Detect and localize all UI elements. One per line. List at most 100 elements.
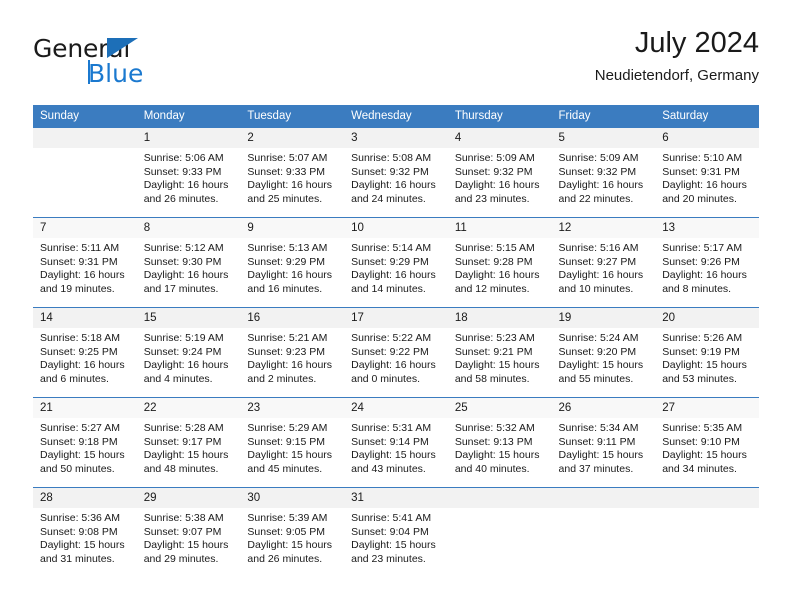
calendar-day-cell[interactable]: 28 Sunrise: 5:36 AM Sunset: 9:08 PM Dayligh…	[33, 487, 137, 578]
calendar-day-cell[interactable]: 26 Sunrise: 5:34 AM Sunset: 9:11 PM Dayligh…	[551, 397, 656, 488]
calendar-day-cell[interactable]: 5 Sunrise: 5:09 AM Sunset: 9:32 PM Daylight…	[551, 127, 656, 218]
calendar-day-cell[interactable]: 4 Sunrise: 5:09 AM Sunset: 9:32 PM Daylight…	[447, 127, 552, 218]
sunset-time: Sunset: 9:13 PM	[454, 435, 533, 448]
day-details: Sunrise: 5:29 AM Sunset: 9:15 PM Daylight:…	[240, 418, 344, 476]
calendar-day-cell[interactable]: 12 Sunrise: 5:16 AM Sunset: 9:27 PM Dayligh…	[551, 217, 656, 308]
calendar-day-cell[interactable]: 6 Sunrise: 5:10 AM Sunset: 9:31 PM Daylight…	[655, 127, 759, 218]
sunrise-time: Sunrise: 5:24 AM	[558, 332, 639, 344]
day-cell-inner: 3 Sunrise: 5:08 AM Sunset: 9:32 PM Daylight…	[344, 128, 448, 217]
calendar-week-row: 14 Sunrise: 5:18 AM Sunset: 9:25 PM Dayligh…	[33, 307, 759, 398]
day-details: Sunrise: 5:18 AM Sunset: 9:25 PM Daylight:…	[33, 328, 137, 386]
calendar-day-cell[interactable]: 22 Sunrise: 5:28 AM Sunset: 9:17 PM Dayligh…	[136, 397, 241, 488]
daylight-duration-line-2: and 29 minutes.	[143, 552, 219, 565]
calendar-day-cell[interactable]: 20 Sunrise: 5:26 AM Sunset: 9:19 PM Dayligh…	[655, 307, 759, 398]
daylight-duration-line-2: and 34 minutes.	[662, 462, 737, 475]
calendar-day-cell[interactable]: 9 Sunrise: 5:13 AM Sunset: 9:29 PM Daylight…	[240, 217, 345, 308]
sunset-time: Sunset: 9:32 PM	[454, 165, 533, 178]
daylight-duration-line-2: and 48 minutes.	[143, 462, 219, 475]
day-cell-inner: 6 Sunrise: 5:10 AM Sunset: 9:31 PM Daylight…	[655, 128, 759, 217]
calendar-day-cell[interactable]: 3 Sunrise: 5:08 AM Sunset: 9:32 PM Daylight…	[344, 127, 448, 218]
day-number	[655, 488, 759, 508]
sunrise-time: Sunrise: 5:39 AM	[247, 512, 328, 524]
sunset-time: Sunset: 9:08 PM	[40, 525, 118, 538]
day-cell-inner: 25 Sunrise: 5:32 AM Sunset: 9:13 PM Dayligh…	[447, 398, 552, 487]
sunrise-time: Sunrise: 5:21 AM	[247, 332, 328, 344]
day-number: 22	[136, 398, 241, 418]
page-header: General Blue July 2024 Neudietendorf, Ge…	[33, 27, 759, 100]
calendar-day-cell[interactable]: 21 Sunrise: 5:27 AM Sunset: 9:18 PM Dayligh…	[33, 397, 137, 488]
calendar-day-cell[interactable]: 31 Sunrise: 5:41 AM Sunset: 9:04 PM Dayligh…	[344, 487, 448, 578]
sunrise-time: Sunrise: 5:15 AM	[454, 242, 535, 254]
sunrise-time: Sunrise: 5:13 AM	[247, 242, 328, 254]
sunrise-time: Sunrise: 5:38 AM	[143, 512, 224, 524]
calendar-day-cell[interactable]: 14 Sunrise: 5:18 AM Sunset: 9:25 PM Dayligh…	[33, 307, 137, 398]
day-number: 14	[33, 308, 137, 328]
calendar-day-cell[interactable]: 30 Sunrise: 5:39 AM Sunset: 9:05 PM Dayligh…	[240, 487, 345, 578]
daylight-duration-line-1: Daylight: 15 hours	[351, 449, 436, 462]
calendar-day-cell[interactable]: 29 Sunrise: 5:38 AM Sunset: 9:07 PM Dayligh…	[136, 487, 241, 578]
sunrise-time: Sunrise: 5:10 AM	[662, 152, 743, 164]
daylight-duration-line-1: Daylight: 16 hours	[247, 179, 333, 192]
calendar-day-cell[interactable]: 18 Sunrise: 5:23 AM Sunset: 9:21 PM Dayligh…	[447, 307, 552, 398]
calendar-day-cell[interactable]: 24 Sunrise: 5:31 AM Sunset: 9:14 PM Dayligh…	[344, 397, 448, 488]
logo-triangle-icon	[107, 38, 138, 58]
calendar-week-row: 28 Sunrise: 5:36 AM Sunset: 9:08 PM Dayligh…	[33, 487, 759, 578]
daylight-duration-line-2: and 53 minutes.	[662, 372, 737, 385]
day-cell-inner	[551, 488, 656, 578]
day-details: Sunrise: 5:11 AM Sunset: 9:31 PM Daylight:…	[33, 238, 137, 296]
daylight-duration-line-2: and 45 minutes.	[247, 462, 323, 475]
calendar-day-cell[interactable]: 27 Sunrise: 5:35 AM Sunset: 9:10 PM Dayligh…	[655, 397, 759, 488]
day-cell-inner: 12 Sunrise: 5:16 AM Sunset: 9:27 PM Dayligh…	[551, 218, 656, 307]
calendar-day-cell[interactable]: 11 Sunrise: 5:15 AM Sunset: 9:28 PM Dayligh…	[447, 217, 552, 308]
day-cell-inner: 14 Sunrise: 5:18 AM Sunset: 9:25 PM Dayligh…	[33, 308, 137, 397]
day-details	[448, 508, 552, 512]
calendar-day-cell[interactable]: 15 Sunrise: 5:19 AM Sunset: 9:24 PM Dayligh…	[136, 307, 241, 398]
day-number: 3	[344, 128, 448, 148]
calendar-day-cell[interactable]: 8 Sunrise: 5:12 AM Sunset: 9:30 PM Daylight…	[136, 217, 241, 308]
calendar-day-cell[interactable]: 13 Sunrise: 5:17 AM Sunset: 9:26 PM Dayligh…	[655, 217, 759, 308]
daylight-duration-line-1: Daylight: 15 hours	[40, 539, 125, 552]
calendar-day-cell[interactable]: 1 Sunrise: 5:06 AM Sunset: 9:33 PM Daylight…	[136, 127, 241, 218]
day-cell-inner	[655, 488, 759, 578]
calendar-day-cell[interactable]: 23 Sunrise: 5:29 AM Sunset: 9:15 PM Dayligh…	[240, 397, 345, 488]
day-number: 13	[655, 218, 759, 238]
day-number: 23	[240, 398, 345, 418]
sunrise-time: Sunrise: 5:19 AM	[143, 332, 224, 344]
day-details: Sunrise: 5:24 AM Sunset: 9:20 PM Daylight:…	[552, 328, 656, 386]
calendar-day-cell[interactable]: 10 Sunrise: 5:14 AM Sunset: 9:29 PM Dayligh…	[344, 217, 448, 308]
sunset-time: Sunset: 9:31 PM	[662, 165, 740, 178]
calendar-day-cell[interactable]: 19 Sunrise: 5:24 AM Sunset: 9:20 PM Dayligh…	[551, 307, 656, 398]
day-details: Sunrise: 5:08 AM Sunset: 9:32 PM Daylight:…	[344, 148, 448, 206]
sunrise-time: Sunrise: 5:22 AM	[351, 332, 432, 344]
sunrise-time: Sunrise: 5:14 AM	[351, 242, 432, 254]
daylight-duration-line-2: and 25 minutes.	[247, 192, 323, 205]
day-details: Sunrise: 5:31 AM Sunset: 9:14 PM Daylight:…	[344, 418, 448, 476]
sunrise-time: Sunrise: 5:11 AM	[40, 242, 120, 254]
calendar-day-cell-empty	[551, 487, 656, 578]
calendar-day-cell[interactable]: 2 Sunrise: 5:07 AM Sunset: 9:33 PM Daylight…	[240, 127, 345, 218]
sunset-time: Sunset: 9:24 PM	[143, 345, 222, 358]
day-details	[552, 508, 656, 512]
daylight-duration-line-2: and 20 minutes.	[662, 192, 737, 205]
day-details: Sunrise: 5:26 AM Sunset: 9:19 PM Daylight:…	[655, 328, 759, 386]
sunrise-time: Sunrise: 5:07 AM	[247, 152, 328, 164]
daylight-duration-line-1: Daylight: 16 hours	[454, 179, 540, 192]
day-cell-inner: 11 Sunrise: 5:15 AM Sunset: 9:28 PM Dayligh…	[447, 218, 552, 307]
daylight-duration-line-1: Daylight: 16 hours	[247, 359, 333, 372]
general-blue-logo[interactable]: General Blue	[33, 36, 213, 92]
day-cell-inner: 17 Sunrise: 5:22 AM Sunset: 9:22 PM Dayligh…	[344, 308, 448, 397]
day-number: 31	[344, 488, 448, 508]
daylight-duration-line-2: and 17 minutes.	[143, 282, 219, 295]
day-cell-inner: 22 Sunrise: 5:28 AM Sunset: 9:17 PM Dayligh…	[136, 398, 241, 487]
calendar-day-cell[interactable]: 17 Sunrise: 5:22 AM Sunset: 9:22 PM Dayligh…	[344, 307, 448, 398]
daylight-duration-line-2: and 12 minutes.	[454, 282, 530, 295]
calendar-day-cell[interactable]: 7 Sunrise: 5:11 AM Sunset: 9:31 PM Daylight…	[33, 217, 137, 308]
day-cell-inner: 16 Sunrise: 5:21 AM Sunset: 9:23 PM Dayligh…	[240, 308, 345, 397]
daylight-duration-line-1: Daylight: 16 hours	[247, 269, 333, 282]
calendar-page: General Blue July 2024 Neudietendorf, Ge…	[0, 0, 792, 612]
sunset-time: Sunset: 9:26 PM	[662, 255, 740, 268]
calendar-day-cell[interactable]: 16 Sunrise: 5:21 AM Sunset: 9:23 PM Dayligh…	[240, 307, 345, 398]
day-cell-inner: 24 Sunrise: 5:31 AM Sunset: 9:14 PM Dayligh…	[344, 398, 448, 487]
calendar-day-cell[interactable]: 25 Sunrise: 5:32 AM Sunset: 9:13 PM Dayligh…	[447, 397, 552, 488]
sunset-time: Sunset: 9:14 PM	[351, 435, 429, 448]
